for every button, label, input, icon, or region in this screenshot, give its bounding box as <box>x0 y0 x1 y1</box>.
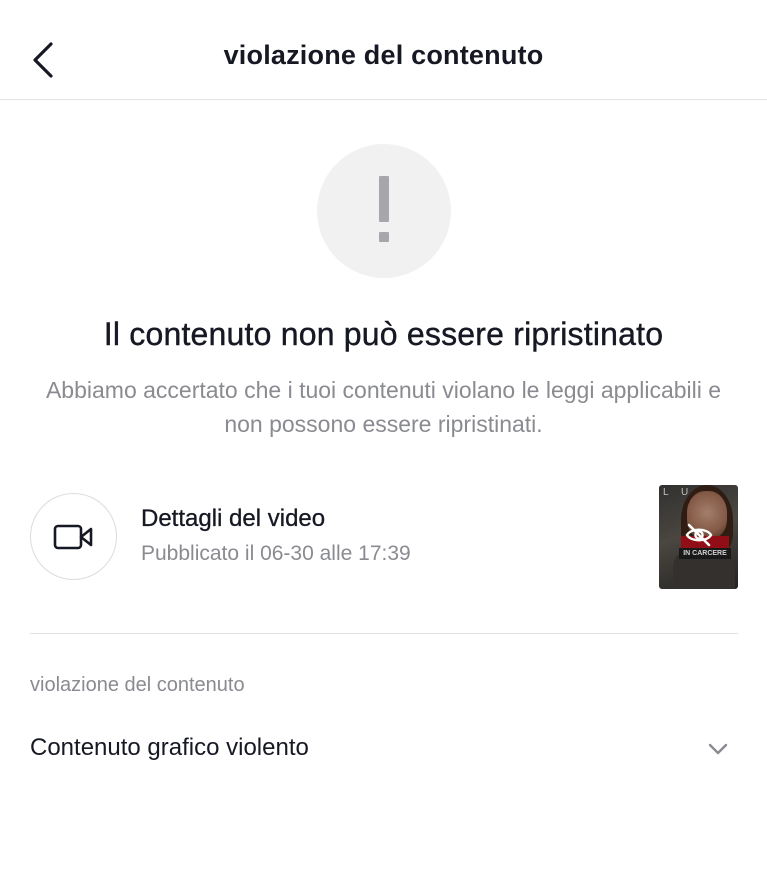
restore-status-heading: Il contenuto non può essere ripristinato <box>103 316 664 352</box>
eye-slash-icon <box>685 523 713 547</box>
top-nav-bar: violazione del contenuto <box>0 0 767 100</box>
chevron-down-icon <box>708 743 728 755</box>
violation-section-label: violazione del contenuto <box>30 674 245 696</box>
video-icon-badge <box>30 493 117 580</box>
exclamation-icon <box>379 176 389 242</box>
section-divider <box>30 633 738 634</box>
video-thumbnail[interactable]: IN CARCERE L U <box>659 485 738 589</box>
video-details-title: Dettagli del video <box>141 505 326 532</box>
violation-category-row[interactable]: Contenuto grafico violento <box>0 720 767 776</box>
video-details-row: Dettagli del video Pubblicato il 06-30 a… <box>30 485 738 589</box>
alert-badge <box>317 144 451 278</box>
restore-status-description: Abbiamo accertato che i tuoi contenuti v… <box>45 377 722 437</box>
video-published-date: Pubblicato il 06-30 alle 17:39 <box>141 542 411 565</box>
violation-category-label: Contenuto grafico violento <box>30 734 309 761</box>
page-title: violazione del contenuto <box>223 40 544 70</box>
video-camera-icon <box>53 524 92 549</box>
